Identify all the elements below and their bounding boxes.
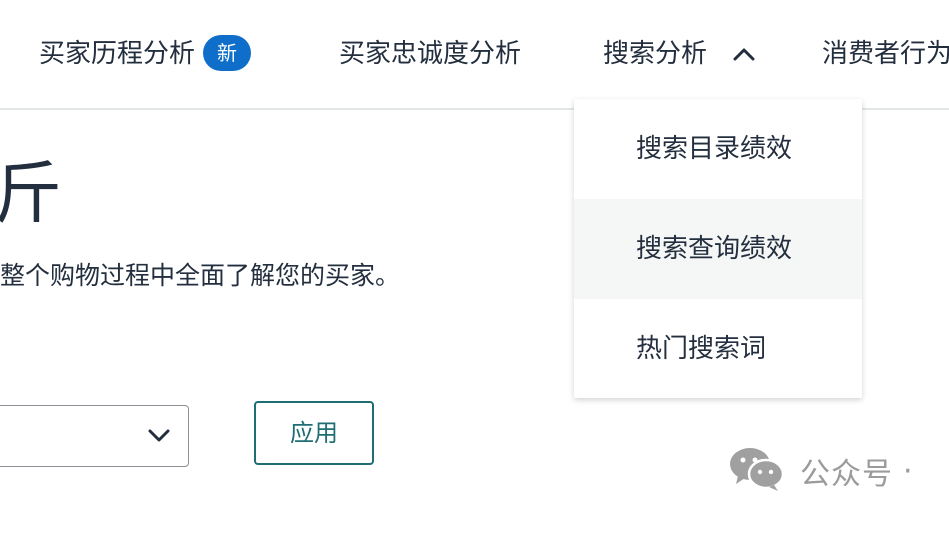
nav-item-label: 买家历程分析 bbox=[39, 39, 196, 69]
new-badge: 新 bbox=[203, 34, 252, 71]
watermark-dot: · bbox=[903, 453, 913, 489]
watermark-text: 公众号 bbox=[800, 457, 893, 492]
watermark: 公众号 · bbox=[728, 443, 913, 499]
filter-select[interactable] bbox=[0, 405, 189, 467]
wechat-icon bbox=[728, 444, 786, 498]
nav-item-search-analytics[interactable]: 搜索分析 bbox=[603, 34, 755, 75]
nav-item-buyer-journey[interactable]: 买家历程分析新 bbox=[39, 34, 252, 74]
page-title: 斤 bbox=[0, 155, 63, 234]
dropdown-item-search-catalog-performance[interactable]: 搜索目录绩效 bbox=[574, 99, 862, 199]
nav-item-buyer-loyalty[interactable]: 买家忠诚度分析 bbox=[339, 34, 521, 74]
nav-item-label: 消费者行为 bbox=[822, 39, 949, 69]
dropdown-item-top-search-terms[interactable]: 热门搜索词 bbox=[574, 299, 862, 399]
nav-item-label: 搜索分析 bbox=[603, 39, 708, 69]
dropdown-item-search-query-performance[interactable]: 搜索查询绩效 bbox=[574, 199, 862, 299]
chevron-down-icon bbox=[148, 428, 170, 447]
top-navigation: 买家历程分析新 买家忠诚度分析 搜索分析 消费者行为 bbox=[0, 0, 949, 110]
apply-button[interactable]: 应用 bbox=[254, 401, 374, 465]
search-analytics-dropdown: 搜索目录绩效 搜索查询绩效 热门搜索词 bbox=[574, 99, 862, 398]
nav-item-consumer-behavior[interactable]: 消费者行为 bbox=[822, 34, 949, 74]
nav-item-label: 买家忠诚度分析 bbox=[339, 39, 522, 69]
page-subtitle: 整个购物过程中全面了解您的买家。 bbox=[0, 261, 401, 290]
chevron-up-icon bbox=[733, 33, 755, 73]
